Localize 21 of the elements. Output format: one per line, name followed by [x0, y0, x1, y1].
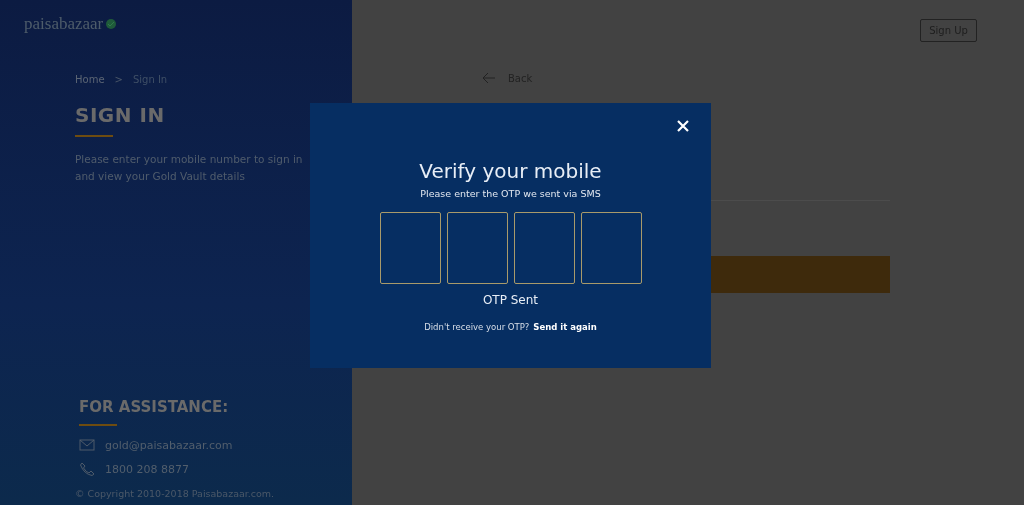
close-icon[interactable] — [676, 119, 690, 133]
logo[interactable]: paisabazaar — [24, 14, 118, 34]
assistance-heading: FOR ASSISTANCE: — [79, 398, 230, 416]
contact-text: gold@paisabazaar.com — [105, 438, 233, 452]
intro-text: Please enter your mobile number to sign in and view your Gold Vault details — [75, 152, 304, 184]
breadcrumb-separator: > — [114, 74, 123, 85]
page-heading: SIGN IN — [75, 103, 166, 127]
otp-digit-field[interactable] — [580, 212, 642, 284]
copyright-text: © Copyright 2010-2018 Paisabazaar.com. — [75, 488, 276, 499]
otp-status-text: OTP Sent — [482, 293, 539, 307]
envelope-icon — [79, 438, 95, 452]
breadcrumb-link[interactable]: Home — [75, 74, 105, 85]
otp-digit-field[interactable] — [513, 212, 575, 284]
dialog-title: Verify your mobile — [419, 159, 602, 183]
phone-icon — [79, 462, 95, 476]
contact-text: 1800 208 8877 — [105, 462, 189, 476]
otp-digit-field[interactable] — [379, 212, 441, 284]
otp-digit-field[interactable] — [446, 212, 508, 284]
dialog-subtitle: Please enter the OTP we sent via SMS — [420, 188, 601, 199]
resend-prompt: Didn't receive your OTP? — [424, 322, 530, 332]
resend-link[interactable]: Send it again — [533, 322, 597, 332]
